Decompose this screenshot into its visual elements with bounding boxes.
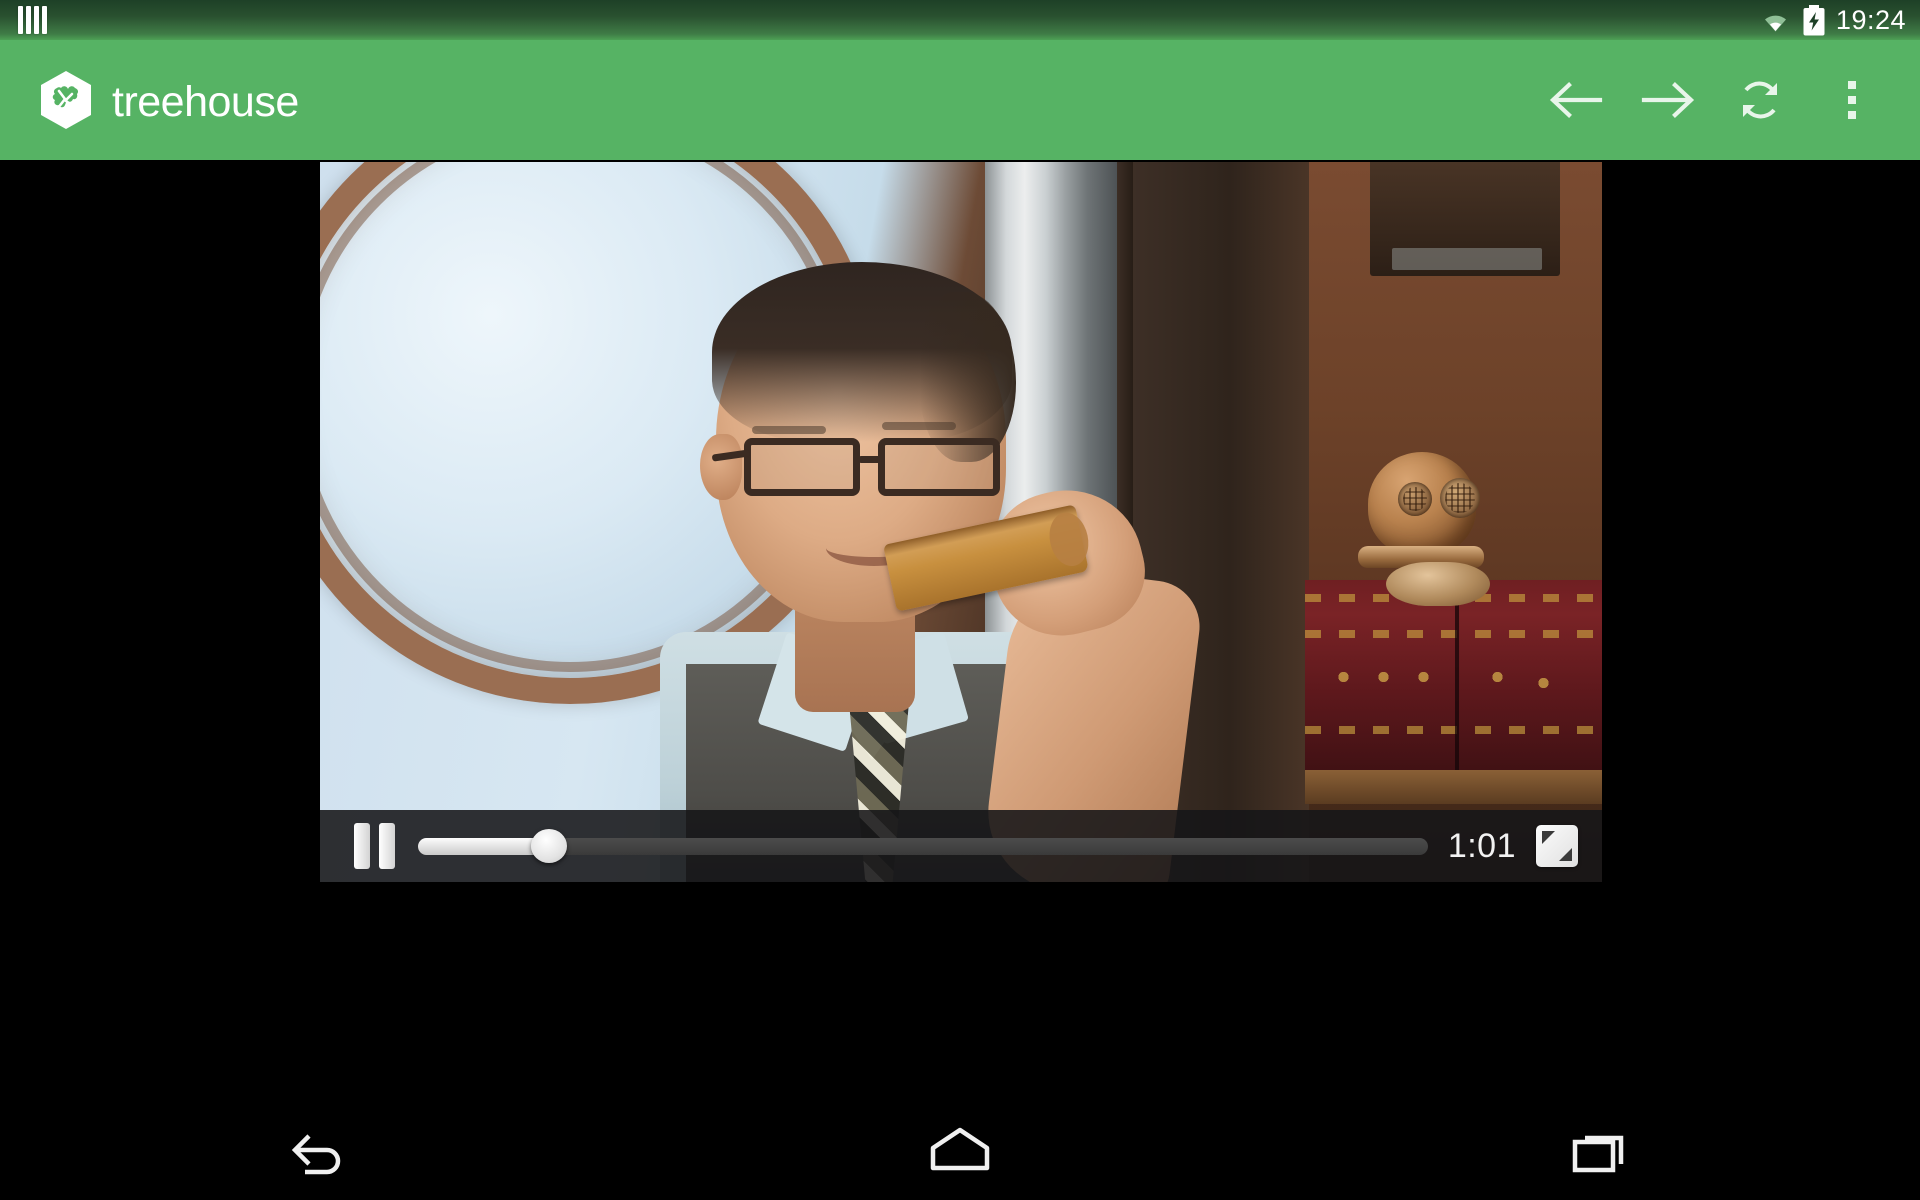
fullscreen-icon[interactable] (1536, 825, 1578, 867)
android-screen: 19:24 treehouse 1:01 (0, 0, 1920, 1200)
brand[interactable]: treehouse (40, 40, 299, 160)
video-controls: 1:01 (320, 810, 1602, 882)
diving-helmet-prop (1350, 452, 1490, 606)
seek-track (418, 837, 1428, 855)
android-navigation-bar (0, 1100, 1920, 1200)
status-bar-right: 19:24 (1759, 0, 1906, 40)
presenter (620, 262, 1320, 882)
pause-icon[interactable] (354, 822, 398, 870)
back-arrow-icon[interactable] (1530, 40, 1622, 160)
refresh-icon[interactable] (1714, 40, 1806, 160)
signal-bars-icon (18, 6, 47, 34)
forward-arrow-icon[interactable] (1622, 40, 1714, 160)
brand-name: treehouse (112, 77, 299, 126)
android-back-icon[interactable] (220, 1100, 420, 1200)
battery-charging-icon (1803, 4, 1825, 35)
seek-thumb[interactable] (531, 829, 568, 863)
status-bar: 19:24 (0, 0, 1920, 40)
app-bar-actions (1530, 40, 1898, 160)
status-bar-clock: 19:24 (1835, 4, 1906, 35)
seek-bar[interactable] (418, 822, 1428, 870)
overflow-menu-icon[interactable] (1806, 40, 1898, 160)
video-player[interactable]: 1:01 (320, 162, 1602, 882)
app-bar: treehouse (0, 40, 1920, 160)
time-display: 1:01 (1447, 826, 1516, 865)
android-home-icon[interactable] (860, 1100, 1060, 1200)
android-recents-icon[interactable] (1500, 1100, 1700, 1200)
treehouse-hexagon-logo (41, 71, 91, 129)
wifi-icon (1764, 15, 1786, 31)
video-frame (320, 162, 1602, 882)
seek-fill (418, 837, 550, 855)
